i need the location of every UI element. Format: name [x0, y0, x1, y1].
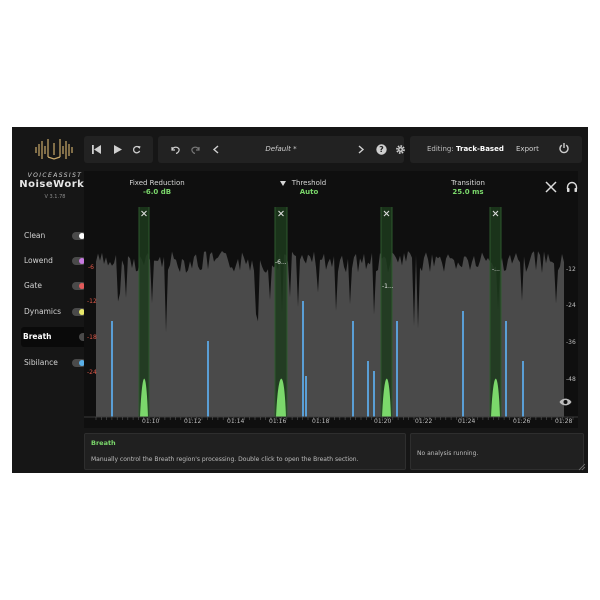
spike-marker [111, 321, 113, 417]
eye-icon[interactable] [559, 397, 572, 407]
loop-icon[interactable] [132, 145, 141, 154]
spike-marker [505, 321, 507, 417]
right-scale-label: -12 [566, 266, 576, 273]
timeline-label: 01:22 [415, 418, 433, 425]
spike-marker [352, 321, 354, 417]
spike-marker [462, 311, 464, 417]
waveform-editor[interactable]: Fixed Reduction -6.0 dB Threshold Auto T… [84, 171, 578, 428]
sidebar-item-clean[interactable]: Clean [22, 226, 90, 246]
timeline-label: 01:10 [142, 418, 160, 425]
undo-icon[interactable] [170, 145, 180, 154]
spike-marker [302, 301, 304, 417]
svg-text:?: ? [379, 145, 384, 154]
status-panel: No analysis running. [410, 433, 584, 470]
resize-grip-icon[interactable] [578, 463, 586, 471]
spike-marker [305, 376, 307, 417]
info-title: Breath [91, 439, 116, 447]
threshold-label: Threshold [291, 179, 327, 187]
timeline-label: 01:26 [513, 418, 531, 425]
sidebar-item-label: Breath [23, 332, 52, 341]
timeline-label: 01:12 [184, 418, 202, 425]
left-scale-label: -12 [87, 298, 97, 305]
preset-name[interactable]: Default * [236, 145, 326, 153]
chevron-right-icon[interactable] [357, 145, 365, 154]
spike-marker [396, 321, 398, 417]
spike-marker [367, 361, 369, 417]
help-icon[interactable]: ? [376, 144, 387, 155]
power-icon[interactable] [558, 142, 570, 154]
sidebar-item-dynamics[interactable]: Dynamics [22, 302, 90, 322]
right-scale-label: -36 [566, 339, 576, 346]
settings-icon[interactable] [395, 144, 406, 155]
sidebar-item-label: Sibilance [24, 358, 58, 367]
spike-marker [207, 341, 209, 417]
timeline-label: 01:16 [269, 418, 287, 425]
sidebar-item-label: Dynamics [24, 307, 61, 316]
region-label: -... [492, 266, 500, 273]
redo-icon[interactable] [191, 145, 201, 154]
chevron-left-icon[interactable] [212, 145, 220, 154]
right-scale-label: -24 [566, 302, 576, 309]
info-text: Manually control the Breath region's pro… [91, 456, 359, 463]
region-label: -6... [275, 259, 287, 266]
timeline-label: 01:28 [555, 418, 573, 425]
left-scale-label: -18 [87, 334, 97, 341]
region-label: -1... [382, 283, 394, 290]
transition-label: Transition [451, 179, 485, 187]
left-scale-label: -24 [87, 369, 97, 376]
transport-bar [84, 136, 153, 163]
waveform-display[interactable] [84, 171, 578, 428]
skip-back-icon[interactable] [92, 145, 102, 154]
play-icon[interactable] [113, 145, 122, 154]
status-text: No analysis running. [417, 450, 479, 457]
left-scale-label: -6 [88, 264, 94, 271]
transition-value[interactable]: 25.0 ms [428, 188, 508, 196]
sidebar-item-lowend[interactable]: Lowend [22, 251, 90, 271]
info-panel: Breath Manually control the Breath regio… [84, 433, 406, 470]
timeline-label: 01:14 [227, 418, 245, 425]
timeline-label: 01:20 [374, 418, 392, 425]
close-icon[interactable] [545, 181, 557, 193]
sidebar-item-label: Clean [24, 231, 46, 240]
right-scale-label: -48 [566, 376, 576, 383]
spike-marker [373, 371, 375, 417]
logo-icon [35, 139, 73, 160]
fixed-reduction-label: Fixed Reduction [129, 179, 185, 187]
export-button[interactable]: Export [516, 145, 539, 153]
plugin-window: VOICEASSIST NoiseWorks V 3.1.78 Clean Lo… [12, 127, 588, 473]
headphones-icon[interactable] [566, 181, 578, 193]
editing-mode[interactable]: Editing: Track-Based [427, 145, 504, 153]
spike-marker [522, 361, 524, 417]
sidebar-item-gate[interactable]: Gate [22, 276, 90, 296]
threshold-value[interactable]: Auto [279, 188, 339, 196]
sidebar-item-sibilance[interactable]: Sibilance [22, 353, 90, 373]
sidebar-item-label: Gate [24, 281, 42, 290]
timeline-label: 01:24 [458, 418, 476, 425]
sidebar-item-label: Lowend [24, 256, 53, 265]
timeline-label: 01:18 [312, 418, 330, 425]
fixed-reduction-value[interactable]: -6.0 dB [117, 188, 197, 196]
